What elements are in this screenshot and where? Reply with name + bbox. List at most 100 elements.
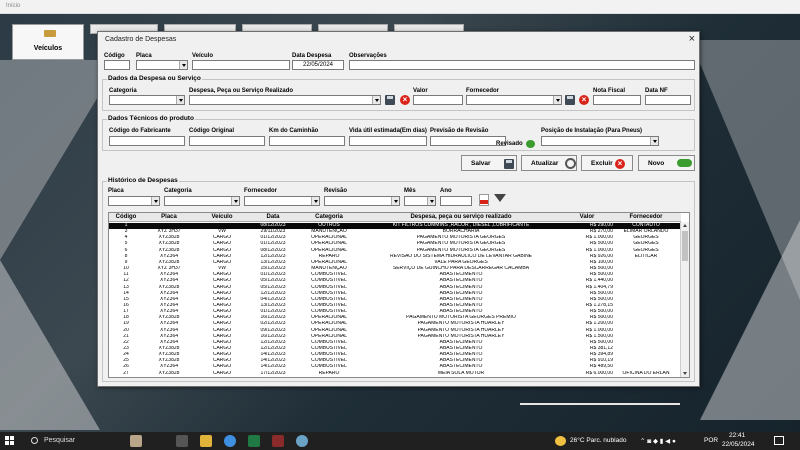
save-fornecedor-icon[interactable] <box>565 95 575 105</box>
chevron-down-icon[interactable] <box>311 197 319 205</box>
chevron-down-icon[interactable] <box>650 137 658 145</box>
codigo-original-field[interactable] <box>189 136 265 146</box>
filter-mes-select[interactable] <box>404 196 436 206</box>
col-valor-cell: R$ 500,00 <box>589 309 613 315</box>
codigo-fabricante-field[interactable] <box>109 136 185 146</box>
excluir-button[interactable]: Excluir × <box>581 155 633 171</box>
table-row[interactable]: 15 XYZ364 CARGO 04/12/2023 COMBUSTIVEL ABASTE… <box>109 297 681 303</box>
excel-icon[interactable] <box>248 435 260 447</box>
scroll-down-icon[interactable] <box>681 369 689 377</box>
file-explorer-icon[interactable] <box>200 435 212 447</box>
scroll-thumb[interactable] <box>682 231 688 261</box>
tray-icons[interactable]: ⌃ ◙ ◆ ▮ ◀ ● <box>640 437 676 445</box>
chevron-down-icon[interactable] <box>176 96 184 104</box>
filter-fornecedor-select[interactable] <box>244 196 320 206</box>
chevron-down-icon[interactable] <box>391 197 399 205</box>
delete-fornecedor-icon[interactable]: × <box>579 95 589 105</box>
km-field[interactable] <box>269 136 345 146</box>
data-nf-field[interactable] <box>645 95 691 105</box>
table-row[interactable]: 13 XYZ3828 CARGO 05/12/2023 COMBUSTIVEL ABAST… <box>109 285 681 291</box>
col-valor-cell: R$ 1.404,79 <box>585 284 613 290</box>
task-view-icon[interactable] <box>176 435 188 447</box>
table-row[interactable]: 25 XYZ3828 CARGO 14/12/2023 COMBUSTIVEL ABAST… <box>109 358 681 364</box>
close-icon[interactable]: × <box>689 33 695 45</box>
col-data-cell: 16/12/2023 <box>260 333 286 339</box>
chevron-down-icon[interactable] <box>179 61 187 69</box>
col-categoria-cell: OPERACIONAL <box>310 235 348 241</box>
filter-revisao-select[interactable] <box>324 196 400 206</box>
table-row[interactable]: 22 XYZ364 CARGO 12/12/2023 COMBUSTIVEL ABASTE… <box>109 340 681 346</box>
app-icon[interactable] <box>296 435 308 447</box>
veiculos-button[interactable]: Veículos <box>12 24 84 60</box>
fornecedor-select[interactable] <box>466 95 562 105</box>
chevron-down-icon[interactable] <box>151 197 159 205</box>
scroll-up-icon[interactable] <box>681 222 689 230</box>
notification-icon[interactable] <box>774 436 784 445</box>
col-data-cell: 12/12/2023 <box>260 339 286 345</box>
filter-placa-select[interactable] <box>108 196 160 206</box>
table-row[interactable]: 8 XYZ364 CARGO 12/12/2023 REPARO REVISAO DO S… <box>109 254 681 260</box>
table-row[interactable]: 12 XYZ364 CARGO 05/12/2023 COMBUSTIVEL ABASTE… <box>109 278 681 284</box>
table-row[interactable]: 18 XYZ3828 CARGO 16/12/2023 OPERACIONAL PAGAM… <box>109 315 681 321</box>
table-row[interactable]: 10 XYZ 3H37 VW 15/12/2023 MANUTENÇÃO SERVIÇO … <box>109 266 681 272</box>
chevron-down-icon[interactable] <box>372 96 380 104</box>
revisado-check-icon[interactable] <box>526 140 535 148</box>
table-row[interactable]: 3 XYZ 3H37 VW 29/11/2023 MANUTENÇÃO BORRACHAR… <box>109 229 681 235</box>
salvar-button[interactable]: Salvar <box>461 155 517 171</box>
clock-time[interactable]: 22:41 <box>729 432 745 439</box>
table-row[interactable]: 16 XYZ364 CARGO 13/12/2023 COMBUSTIVEL ABASTE… <box>109 303 681 309</box>
table-row[interactable]: 26 XYZ364 CARGO 14/12/2023 COMBUSTIVEL ABASTE… <box>109 364 681 370</box>
nota-fiscal-field[interactable] <box>593 95 641 105</box>
veiculo-field[interactable] <box>192 60 290 70</box>
table-row[interactable]: 4 XYZ3828 CARGO 01/12/2023 OPERACIONAL PAGAME… <box>109 235 681 241</box>
vida-util-field[interactable] <box>349 136 427 146</box>
codigo-field[interactable] <box>104 60 130 70</box>
table-row[interactable]: 5 XYZ3828 CARGO 01/12/2023 OPERACIONAL PAGAME… <box>109 241 681 247</box>
table-row[interactable]: 17 XYZ364 CARGO 01/12/2023 COMBUSTIVEL ABASTE… <box>109 309 681 315</box>
app-icon[interactable] <box>272 435 284 447</box>
posicao-select[interactable] <box>541 136 659 146</box>
pdf-icon[interactable] <box>479 194 489 206</box>
filter-categoria-select[interactable] <box>164 196 240 206</box>
placa-select[interactable] <box>136 60 188 70</box>
chrome-icon[interactable] <box>224 435 236 447</box>
table-row[interactable]: 21 XYZ364 CARGO 16/12/2023 OPERACIONAL PAGAME… <box>109 334 681 340</box>
chevron-down-icon[interactable] <box>553 96 561 104</box>
col-valor-cell: R$ 500,00 <box>589 339 613 345</box>
save-despesa-icon[interactable] <box>385 95 395 105</box>
col-valor-cell: R$ 1.440,00 <box>585 278 613 284</box>
despesa-select[interactable] <box>189 95 381 105</box>
previsao-revisao-field[interactable] <box>430 136 506 146</box>
table-row[interactable]: 19 XYZ364 CARGO 02/12/2023 OPERACIONAL PAGAME… <box>109 321 681 327</box>
delete-despesa-icon[interactable]: × <box>400 95 410 105</box>
weather-text[interactable]: 26°C Parc. nublado <box>570 437 626 444</box>
table-row[interactable]: 20 XYZ364 CARGO 09/12/2023 OPERACIONAL PAGAME… <box>109 328 681 334</box>
taskbar-image-icon[interactable] <box>130 435 142 447</box>
table-row[interactable]: 14 XYZ364 CARGO 12/12/2023 COMBUSTIVEL ABASTE… <box>109 291 681 297</box>
table-scrollbar[interactable] <box>680 222 689 377</box>
windows-start-icon[interactable] <box>5 436 15 446</box>
filter-ano-field[interactable] <box>440 196 472 206</box>
table-row[interactable]: 27 XYZ3828 CARGO 17/12/2023 REPARO MEIA SOLA … <box>109 371 681 377</box>
taskbar-search[interactable]: Pesquisar <box>26 434 166 448</box>
chevron-down-icon[interactable] <box>231 197 239 205</box>
table-row[interactable]: 9 XYZ3828 CARGO 13/12/2023 OPERACIONAL VALE P… <box>109 260 681 266</box>
data-despesa-field[interactable]: 22/05/2024 <box>292 60 344 70</box>
table-row[interactable]: 1 08/12/2023 OUTROS KIT FILTROS CUMMINS ,RA… <box>109 223 681 229</box>
language-indicator[interactable]: POR <box>704 437 718 444</box>
table-row[interactable]: 23 XYZ3828 CARGO 12/12/2023 COMBUSTIVEL ABAST… <box>109 346 681 352</box>
clock-date[interactable]: 22/05/2024 <box>722 441 755 448</box>
clear-filter-icon[interactable] <box>494 194 506 202</box>
table-row[interactable]: 11 XYZ364 CARGO 01/12/2023 COMBUSTIVEL ABASTE… <box>109 272 681 278</box>
table-row[interactable]: 6 XYZ3828 CARGO 08/12/2023 OPERACIONAL PAGAME… <box>109 248 681 254</box>
col-veiculo-cell: CARGO <box>212 241 232 247</box>
table-row[interactable]: 24 XYZ3828 CARGO 14/12/2023 COMBUSTIVEL ABAST… <box>109 352 681 358</box>
weather-icon[interactable] <box>555 436 566 446</box>
observacoes-field[interactable] <box>349 60 695 70</box>
categoria-select[interactable] <box>109 95 185 105</box>
atualizar-button[interactable]: Atualizar <box>521 155 577 171</box>
chevron-down-icon[interactable] <box>427 197 435 205</box>
novo-button[interactable]: Novo <box>638 155 695 171</box>
valor-field[interactable] <box>413 95 463 105</box>
veiculos-label: Veículos <box>33 45 63 52</box>
